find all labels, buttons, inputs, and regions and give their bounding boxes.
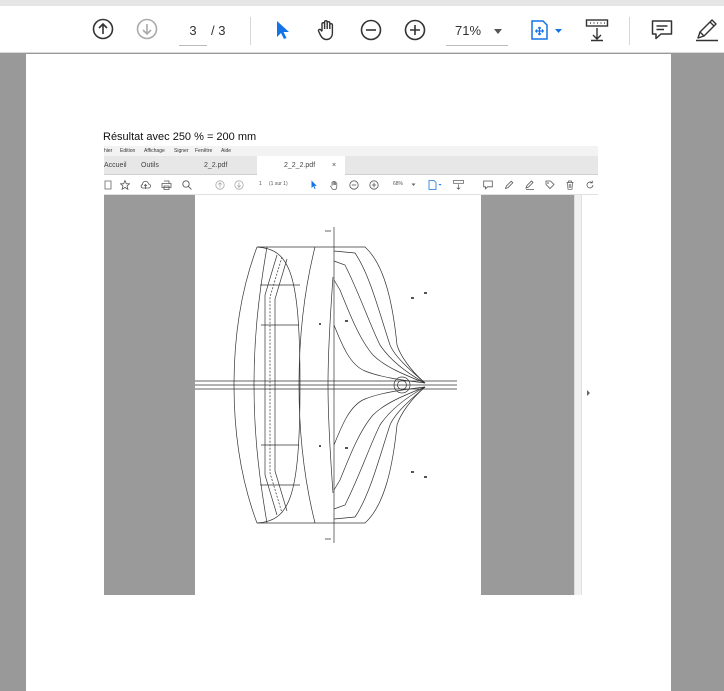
fit-page-icon [531, 20, 562, 40]
page-total-label: / 3 [211, 23, 226, 38]
plus-circle-icon [404, 19, 426, 41]
screenshot-menubar: hier Edition Affichage Signer Fenêtre Ai… [104, 146, 598, 156]
screenshot-page-of: (1 sur 1) [269, 181, 288, 187]
pen-icon [504, 180, 514, 190]
minus-circle-icon [349, 180, 359, 190]
search-icon [182, 180, 192, 190]
pen-icon [696, 19, 718, 42]
select-tool-button[interactable] [274, 19, 292, 41]
screenshot-tabbar: Accueil Outils 2_2.pdf 2_2_2.pdf × [104, 156, 598, 175]
hand-icon [330, 180, 338, 190]
screenshot-tab-file: 2_2.pdf [204, 162, 228, 169]
highlight-button[interactable] [694, 18, 720, 42]
signature-icon [525, 180, 534, 190]
scroll-mode-icon [585, 19, 609, 42]
zoom-in-button[interactable] [404, 19, 426, 41]
rotate-icon [586, 180, 594, 189]
previous-page-button[interactable] [92, 18, 114, 40]
save-icon [104, 180, 112, 190]
screenshot-menu-item: Fenêtre [195, 148, 213, 154]
screenshot-menu-item: Aide [221, 148, 232, 154]
scroll-mode-icon [453, 180, 464, 190]
screenshot-menu-item: Edition [120, 148, 136, 154]
next-page-button[interactable] [136, 18, 158, 40]
toolbar-divider [250, 17, 251, 45]
zoom-level-value: 71% [455, 23, 482, 38]
screenshot-tab-label: 2_2_2.pdf [284, 162, 316, 169]
hull-body-plan-graphic [195, 227, 457, 543]
screenshot-tab-outils: Outils [141, 162, 159, 169]
chevron-right-icon [587, 390, 590, 396]
page-caption: Résultat avec 250 % = 200 mm [103, 131, 257, 143]
scrolling-mode-button[interactable] [585, 18, 609, 42]
chevron-down-icon [411, 183, 416, 186]
cursor-arrow-icon [277, 21, 289, 39]
screenshot-zoom-value: 68% [393, 181, 404, 187]
plus-circle-icon [369, 180, 379, 190]
screenshot-left-margin [104, 195, 195, 595]
screenshot-tab-accueil: Accueil [104, 162, 127, 169]
fit-page-icon [428, 180, 442, 190]
toolbar-divider [629, 17, 630, 45]
zoom-level-select[interactable]: 71% [446, 19, 508, 46]
trash-icon [566, 180, 574, 190]
screenshot-menu-item: Signer [174, 148, 189, 154]
page-number-input[interactable]: 3 [179, 19, 207, 46]
arrow-down-circle-icon [234, 180, 244, 190]
comment-button[interactable] [650, 18, 674, 42]
comment-icon [483, 180, 493, 190]
minus-circle-icon [360, 19, 382, 41]
cloud-upload-icon [140, 180, 151, 189]
fit-page-button[interactable] [530, 19, 564, 41]
comment-icon [651, 20, 673, 40]
star-icon [120, 180, 130, 190]
stamp-icon [545, 180, 555, 190]
hand-tool-button[interactable] [315, 18, 339, 42]
document-page: Résultat avec 250 % = 200 mm hier Editio… [26, 54, 671, 691]
chevron-down-icon [494, 29, 502, 34]
screenshot-tab-close-icon: × [332, 162, 337, 169]
arrow-up-circle-icon [215, 180, 225, 190]
hand-icon [317, 20, 334, 41]
hull-lines-drawing [195, 195, 481, 595]
screenshot-menu-item: Affichage [144, 148, 165, 154]
print-icon [161, 180, 172, 190]
screenshot-menu-item: hier [104, 148, 113, 154]
screenshot-tab-active: 2_2_2.pdf × [257, 156, 345, 175]
embedded-screenshot: hier Edition Affichage Signer Fenêtre Ai… [104, 146, 598, 595]
screenshot-right-margin [481, 195, 574, 595]
arrow-down-circle-icon [136, 18, 158, 40]
zoom-out-button[interactable] [360, 19, 382, 41]
main-toolbar: 3 / 3 71% [0, 6, 724, 53]
cursor-arrow-icon [311, 180, 317, 189]
screenshot-page-input: 1 [259, 181, 262, 187]
arrow-up-circle-icon [92, 18, 114, 40]
screenshot-toolbar: 1 (1 sur 1) 68% [104, 175, 598, 195]
screenshot-side-panel [581, 195, 598, 595]
